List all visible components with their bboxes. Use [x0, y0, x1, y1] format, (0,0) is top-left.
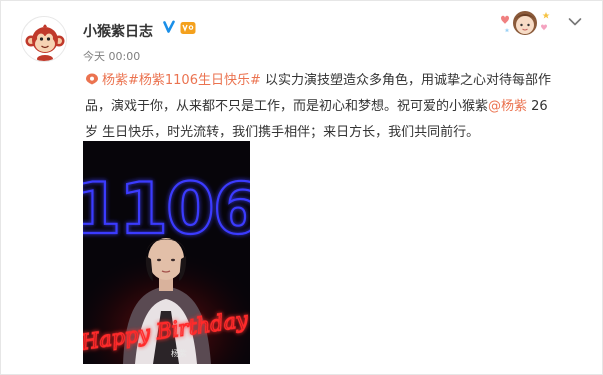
- topic-hashtag-link[interactable]: 杨紫#杨紫1106生日快乐#: [102, 73, 261, 88]
- post-text: 杨紫#杨紫1106生日快乐# 以实力演技塑造众多角色，用诚挚之心对待每部作 品，…: [85, 68, 590, 146]
- location-pin-icon: [86, 73, 98, 85]
- post-text-line-1: 杨紫#杨紫1106生日快乐# 以实力演技塑造众多角色，用诚挚之心对待每部作: [85, 68, 590, 94]
- poster-image[interactable]: 1106 Happy Birthday 杨紫: [83, 141, 250, 364]
- chevron-down-icon[interactable]: [568, 17, 582, 27]
- birthday-poster-art: 1106 Happy Birthday 杨紫: [83, 141, 250, 364]
- weibo-post-card: 小猴紫日志 今天 00:00 杨紫#杨紫1106生日快乐# 以实力演技塑造众多角…: [0, 0, 603, 375]
- post-text-segment: 品，演戏于你，从来都不只是工作，而是初心和梦想。祝可爱的小猴紫: [85, 99, 489, 114]
- post-text-segment: 以实力演技塑造众多角色，用诚挚之心对待每部作: [260, 73, 552, 88]
- mention-link[interactable]: @杨紫: [488, 99, 527, 114]
- poster-number: 1106: [83, 168, 250, 250]
- post-text-segment: 26: [527, 99, 548, 114]
- vip-badge-icon[interactable]: [180, 21, 196, 35]
- post-timestamp[interactable]: 今天 00:00: [83, 48, 140, 64]
- sticker-avatar-icon: [501, 11, 550, 35]
- monkey-avatar-icon: [22, 17, 66, 61]
- author-name[interactable]: 小猴紫日志: [83, 21, 153, 41]
- post-text-line-2: 品，演戏于你，从来都不只是工作，而是初心和梦想。祝可爱的小猴紫@杨紫 26: [85, 94, 590, 120]
- post-text-segment: 岁 生日快乐，时光流转，我们携手相伴；来日方长，我们共同前行。: [85, 125, 480, 140]
- avatar[interactable]: [21, 16, 67, 62]
- verified-v-icon: [161, 19, 177, 35]
- poster-signature: 杨紫: [171, 348, 187, 358]
